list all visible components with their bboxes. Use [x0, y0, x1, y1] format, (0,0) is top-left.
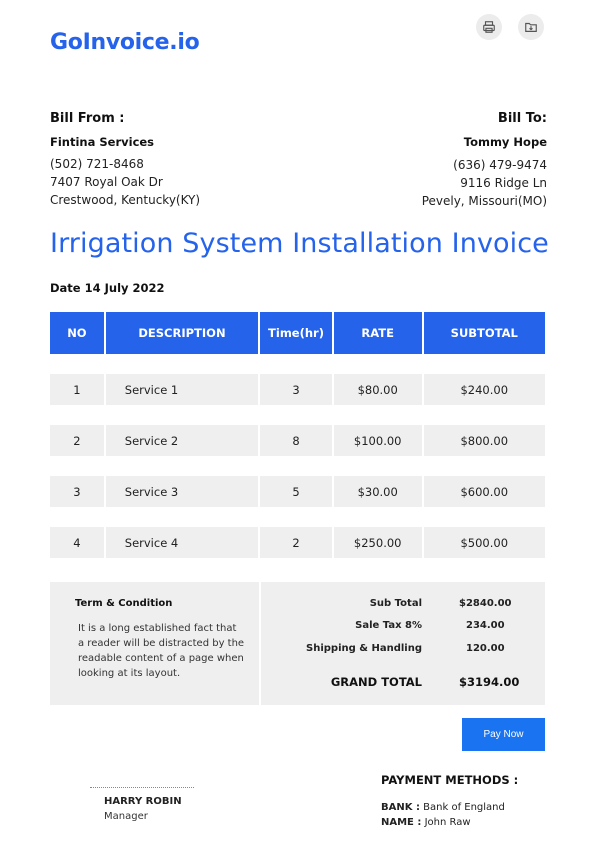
subtotal-value: $2840.00	[459, 598, 512, 609]
table-row: 4 Service 4 2 $250.00 $500.00	[50, 527, 545, 558]
table-header: NO DESCRIPTION Time(hr) RATE SUBTOTAL	[50, 312, 545, 354]
header-subtotal: SUBTOTAL	[423, 312, 545, 354]
bill-to-section: Bill To: Tommy Hope (636) 479-9474 9116 …	[422, 111, 547, 210]
signer-name: HARRY ROBIN	[104, 796, 182, 807]
bank-value: Bank of England	[423, 802, 505, 813]
invoice-date: Date 14 July 2022	[50, 281, 165, 295]
bill-to-phone: (636) 479-9474	[453, 158, 547, 172]
bill-from-phone: (502) 721-8468	[50, 157, 144, 171]
bill-to-city: Pevely, Missouri(MO)	[421, 194, 547, 208]
payment-bank: BANK : Bank of England	[381, 800, 518, 815]
summary-section: Term & Condition It is a long establishe…	[50, 582, 545, 705]
invoice-title: Irrigation System Installation Invoice	[50, 228, 549, 259]
row-rate: $30.00	[333, 476, 422, 507]
row-time: 8	[260, 425, 332, 456]
bill-from-heading: Bill From :	[50, 111, 125, 126]
signer-role: Manager	[104, 811, 148, 822]
header-time: Time(hr)	[260, 312, 332, 354]
printer-icon	[483, 21, 495, 33]
row-no: 1	[50, 374, 104, 405]
header-rate: RATE	[333, 312, 422, 354]
row-subtotal: $800.00	[423, 425, 545, 456]
row-subtotal: $500.00	[423, 527, 545, 558]
row-subtotal: $600.00	[423, 476, 545, 507]
row-description: Service 1	[105, 374, 259, 405]
pay-now-button[interactable]: Pay Now	[462, 718, 545, 751]
terms-box: Term & Condition It is a long establishe…	[50, 582, 259, 705]
shipping-value: 120.00	[466, 643, 505, 654]
row-description: Service 4	[105, 527, 259, 558]
bill-from-city: Crestwood, Kentucky(KY)	[50, 193, 201, 207]
bill-from-street: 7407 Royal Oak Dr	[50, 175, 163, 189]
subtotal-label: Sub Total	[369, 598, 422, 609]
row-description: Service 2	[105, 425, 259, 456]
name-label: NAME :	[381, 817, 422, 828]
bill-to-street: 9116 Ridge Ln	[460, 176, 547, 190]
print-button[interactable]	[476, 14, 502, 40]
table-row: 2 Service 2 8 $100.00 $800.00	[50, 425, 545, 456]
header-no: NO	[50, 312, 104, 354]
terms-text: It is a long established fact that a rea…	[78, 623, 245, 679]
row-time: 5	[260, 476, 332, 507]
grand-total-label: GRAND TOTAL	[330, 675, 422, 689]
bank-label: BANK :	[381, 802, 420, 813]
folder-download-icon	[525, 22, 537, 32]
totals-box: Sub Total $2840.00 Sale Tax 8% 234.00 Sh…	[261, 582, 545, 705]
row-rate: $250.00	[333, 527, 422, 558]
grand-total-value: $3194.00	[459, 675, 520, 689]
row-rate: $80.00	[333, 374, 422, 405]
signature-line	[90, 787, 194, 788]
name-value: John Raw	[424, 817, 471, 828]
row-no: 2	[50, 425, 104, 456]
row-time: 3	[260, 374, 332, 405]
bill-to-name: Tommy Hope	[463, 135, 547, 149]
download-folder-button[interactable]	[518, 14, 544, 40]
row-rate: $100.00	[333, 425, 422, 456]
payment-methods: PAYMENT METHODS : BANK : Bank of England…	[381, 773, 518, 830]
header-description: DESCRIPTION	[105, 312, 259, 354]
row-no: 4	[50, 527, 104, 558]
tax-label: Sale Tax 8%	[355, 620, 422, 631]
bill-from-company: Fintina Services	[50, 135, 155, 149]
table-row: 1 Service 1 3 $80.00 $240.00	[50, 374, 545, 405]
tax-value: 234.00	[466, 620, 505, 631]
signature-block: HARRY ROBIN Manager	[90, 787, 194, 822]
invoice-table: NO DESCRIPTION Time(hr) RATE SUBTOTAL 1 …	[50, 312, 545, 558]
shipping-label: Shipping & Handling	[306, 643, 422, 654]
row-description: Service 3	[105, 476, 259, 507]
brand-logo: GoInvoice.io	[50, 30, 200, 55]
row-time: 2	[260, 527, 332, 558]
terms-title: Term & Condition	[75, 598, 173, 609]
bill-from-section: Bill From : Fintina Services (502) 721-8…	[50, 111, 200, 209]
row-subtotal: $240.00	[423, 374, 545, 405]
table-row: 3 Service 3 5 $30.00 $600.00	[50, 476, 545, 507]
bill-to-heading: Bill To:	[497, 111, 547, 126]
row-no: 3	[50, 476, 104, 507]
payment-title: PAYMENT METHODS :	[381, 773, 519, 787]
payment-name: NAME : John Raw	[381, 815, 518, 830]
